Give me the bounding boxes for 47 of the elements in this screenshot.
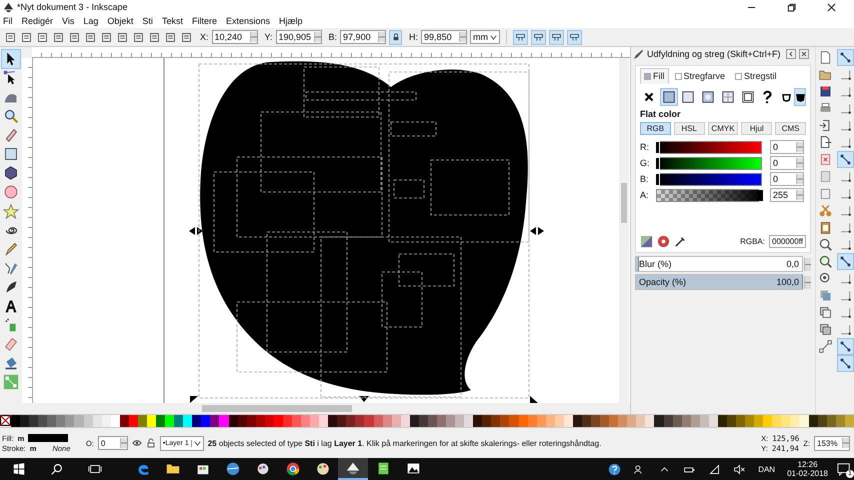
field-label: X:	[200, 32, 209, 42]
channel-label: B:	[640, 174, 650, 184]
clock[interactable]: 12:26 01-02-2018	[787, 460, 828, 478]
tab[interactable]: Stregfarve	[670, 68, 730, 84]
menu-item[interactable]: Tekst	[162, 16, 183, 26]
channel-label: R:	[640, 142, 650, 152]
mode-tab[interactable]: Hjul	[741, 122, 772, 135]
menu-item[interactable]: Extensions	[226, 16, 270, 26]
window-title: *Nyt dokument 3 - Inkscape	[17, 2, 128, 12]
menu-item[interactable]: Fil	[3, 16, 12, 26]
menu-item[interactable]: Sti	[142, 16, 153, 26]
tab[interactable]: Stregstil	[731, 68, 781, 84]
channel-label: G:	[640, 158, 651, 168]
unit-dropdown[interactable]: mm	[470, 30, 500, 44]
keyboard-language[interactable]: DAN	[758, 464, 776, 474]
number-field[interactable]: 0	[770, 172, 804, 186]
mode-tab[interactable]: HSL	[674, 122, 705, 135]
mode-tab[interactable]: CMS	[775, 122, 806, 135]
number-field[interactable]: 10,240	[212, 30, 258, 44]
menu-item[interactable]: Redigér	[22, 16, 54, 26]
channel-label: A:	[640, 190, 650, 200]
field-label: B:	[328, 32, 338, 42]
number-field[interactable]: 190,905	[276, 30, 322, 44]
zoom-field[interactable]: 153%	[814, 436, 850, 450]
menu-item[interactable]: Vis	[62, 16, 74, 26]
menu-item[interactable]: Filtere	[192, 16, 217, 26]
number-field[interactable]: 0	[770, 156, 804, 170]
opacity-slider[interactable]: Opacity (%) 100,0	[635, 274, 803, 290]
number-field[interactable]: 0	[770, 140, 804, 154]
rgba-field[interactable]: 000000ff	[769, 235, 806, 248]
field-label: Y:	[264, 32, 273, 42]
menu-item[interactable]: Lag	[83, 16, 98, 26]
section-heading: Flat color	[640, 109, 682, 119]
blur-slider[interactable]: Blur (%) 0,0	[635, 256, 803, 272]
number-field[interactable]: 97,900	[340, 30, 386, 44]
mode-tab[interactable]: CMYK	[708, 122, 738, 135]
mode-tab[interactable]: RGB	[640, 122, 671, 135]
number-field[interactable]: 255	[770, 188, 804, 202]
rgba-label: RGBA:	[740, 237, 765, 246]
status-message: 25 objects selected of type Sti i lag Layer 1. Klik på markeringen for at skifte skalerings- eller roteringshåndtag.	[208, 438, 602, 448]
menu-item[interactable]: Objekt	[107, 16, 134, 26]
number-field[interactable]: 99,850	[421, 30, 468, 44]
field-label: H:	[409, 32, 418, 42]
panel-title: Udfyldning og streg (Skift+Ctrl+F)	[647, 49, 782, 59]
tab[interactable]: Fill	[640, 68, 668, 84]
opacity-field[interactable]: 0	[98, 436, 128, 450]
menu-item[interactable]: Hjælp	[279, 16, 303, 26]
